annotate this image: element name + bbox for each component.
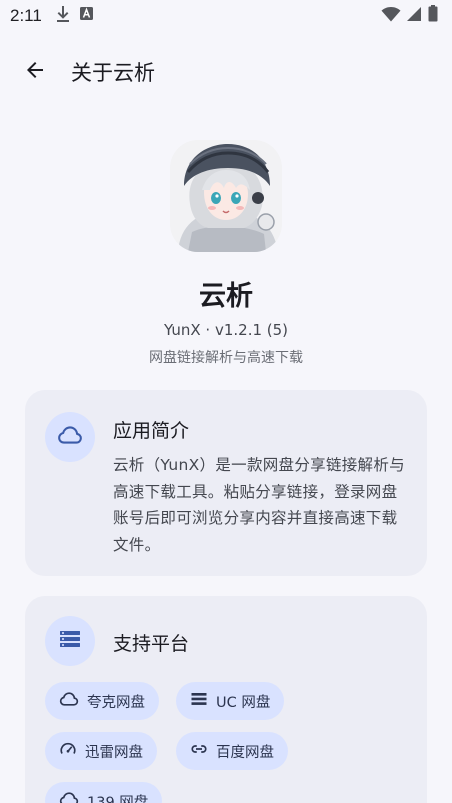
chip-baidu[interactable]: 百度网盘: [176, 732, 288, 770]
link-icon: [190, 740, 208, 762]
chip-139[interactable]: 139 网盘: [45, 782, 163, 803]
platforms-card: 支持平台 夸克网盘 UC 网盘 迅雷网盘 百度网盘 139 网盘: [25, 596, 427, 803]
chip-label: 139 网盘: [87, 794, 149, 803]
chip-label: 夸克网盘: [87, 694, 145, 711]
intro-card: 应用简介 云析（YunX）是一款网盘分享链接解析与高速下载工具。粘贴分享链接，登…: [25, 390, 427, 576]
cloud-outline-icon: [59, 789, 79, 803]
a-badge-icon: [79, 7, 93, 25]
chip-label: 迅雷网盘: [85, 744, 143, 761]
status-time: 2:11: [10, 6, 42, 25]
app-version: YunX · v1.2.1 (5): [163, 321, 289, 339]
status-bar: 2:11: [0, 0, 452, 32]
intro-title: 应用简介: [113, 420, 190, 442]
app-hero: 云析 YunX · v1.2.1 (5) 网盘链接解析与高速下载: [0, 140, 452, 367]
intro-icon-badge: [45, 412, 95, 462]
chip-uc[interactable]: UC 网盘: [176, 682, 285, 720]
intro-body: 云析（YunX）是一款网盘分享链接解析与高速下载工具。粘贴分享链接，登录网盘账号…: [113, 456, 405, 554]
wifi-icon: [381, 6, 401, 27]
app-icon: [170, 140, 282, 252]
cloud-icon: [57, 422, 83, 452]
cloud-outline-icon: [59, 689, 79, 713]
battery-icon: [428, 5, 438, 27]
speed-icon: [59, 740, 77, 762]
signal-icon: [407, 6, 422, 27]
storage-icon: [58, 627, 82, 655]
chip-quark[interactable]: 夸克网盘: [45, 682, 159, 720]
platforms-icon-badge: [45, 616, 95, 666]
arrow-left-icon: [23, 58, 47, 86]
chip-xunlei[interactable]: 迅雷网盘: [45, 732, 157, 770]
download-icon: [56, 5, 70, 27]
top-app-bar: 关于云析: [0, 40, 452, 104]
chip-label: 百度网盘: [216, 744, 274, 761]
app-tagline: 网盘链接解析与高速下载: [149, 350, 303, 366]
back-button[interactable]: [11, 48, 59, 96]
platforms-title: 支持平台: [113, 633, 190, 655]
page-title: 关于云析: [71, 61, 155, 85]
chip-label: UC 网盘: [216, 694, 271, 711]
app-name: 云析: [199, 281, 253, 312]
list-icon: [190, 690, 208, 712]
